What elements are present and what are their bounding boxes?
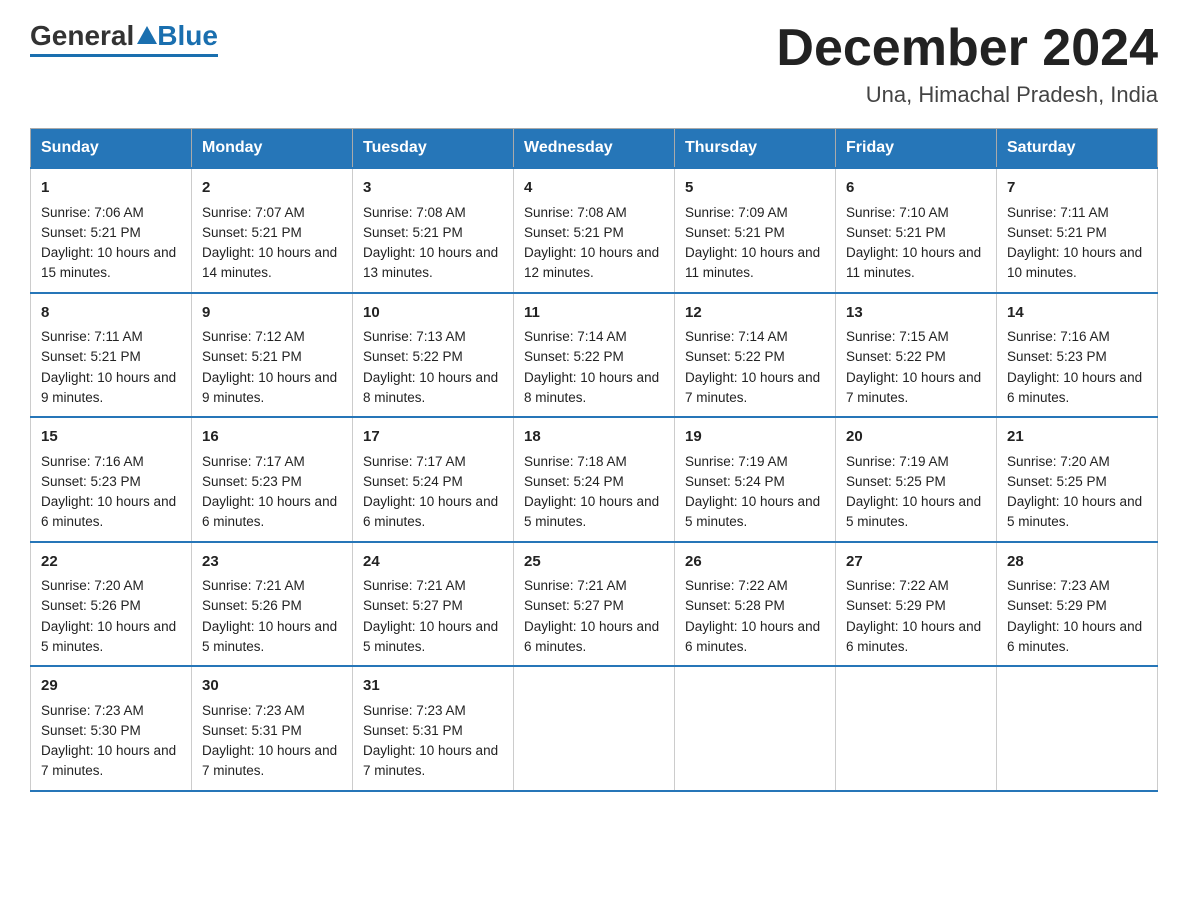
day-number: 19	[685, 426, 825, 449]
table-row: 10Sunrise: 7:13 AMSunset: 5:22 PMDayligh…	[353, 293, 514, 418]
table-row: 15Sunrise: 7:16 AMSunset: 5:23 PMDayligh…	[31, 417, 192, 542]
day-number: 20	[846, 426, 986, 449]
logo-blue-text: Blue	[157, 20, 218, 52]
col-tuesday: Tuesday	[353, 129, 514, 169]
table-row: 6Sunrise: 7:10 AMSunset: 5:21 PMDaylight…	[836, 168, 997, 293]
logo-triangle-icon	[137, 26, 157, 44]
table-row: 27Sunrise: 7:22 AMSunset: 5:29 PMDayligh…	[836, 542, 997, 667]
calendar-table: Sunday Monday Tuesday Wednesday Thursday…	[30, 128, 1158, 792]
logo-underline	[30, 54, 218, 57]
col-friday: Friday	[836, 129, 997, 169]
table-row: 12Sunrise: 7:14 AMSunset: 5:22 PMDayligh…	[675, 293, 836, 418]
day-number: 17	[363, 426, 503, 449]
table-row: 26Sunrise: 7:22 AMSunset: 5:28 PMDayligh…	[675, 542, 836, 667]
table-row: 14Sunrise: 7:16 AMSunset: 5:23 PMDayligh…	[997, 293, 1158, 418]
table-row: 17Sunrise: 7:17 AMSunset: 5:24 PMDayligh…	[353, 417, 514, 542]
day-number: 6	[846, 177, 986, 200]
table-row: 7Sunrise: 7:11 AMSunset: 5:21 PMDaylight…	[997, 168, 1158, 293]
day-number: 26	[685, 551, 825, 574]
table-row: 30Sunrise: 7:23 AMSunset: 5:31 PMDayligh…	[192, 666, 353, 791]
table-row	[675, 666, 836, 791]
day-number: 9	[202, 302, 342, 325]
table-row: 31Sunrise: 7:23 AMSunset: 5:31 PMDayligh…	[353, 666, 514, 791]
calendar-header-row: Sunday Monday Tuesday Wednesday Thursday…	[31, 129, 1158, 169]
calendar-week-row: 22Sunrise: 7:20 AMSunset: 5:26 PMDayligh…	[31, 542, 1158, 667]
table-row: 25Sunrise: 7:21 AMSunset: 5:27 PMDayligh…	[514, 542, 675, 667]
day-number: 25	[524, 551, 664, 574]
day-number: 22	[41, 551, 181, 574]
day-number: 18	[524, 426, 664, 449]
day-number: 29	[41, 675, 181, 698]
table-row	[997, 666, 1158, 791]
table-row: 21Sunrise: 7:20 AMSunset: 5:25 PMDayligh…	[997, 417, 1158, 542]
table-row: 16Sunrise: 7:17 AMSunset: 5:23 PMDayligh…	[192, 417, 353, 542]
table-row: 22Sunrise: 7:20 AMSunset: 5:26 PMDayligh…	[31, 542, 192, 667]
day-number: 23	[202, 551, 342, 574]
day-number: 24	[363, 551, 503, 574]
table-row: 1Sunrise: 7:06 AMSunset: 5:21 PMDaylight…	[31, 168, 192, 293]
table-row: 8Sunrise: 7:11 AMSunset: 5:21 PMDaylight…	[31, 293, 192, 418]
day-number: 14	[1007, 302, 1147, 325]
day-number: 15	[41, 426, 181, 449]
table-row: 24Sunrise: 7:21 AMSunset: 5:27 PMDayligh…	[353, 542, 514, 667]
calendar-week-row: 15Sunrise: 7:16 AMSunset: 5:23 PMDayligh…	[31, 417, 1158, 542]
day-number: 8	[41, 302, 181, 325]
day-number: 3	[363, 177, 503, 200]
month-title: December 2024	[776, 20, 1158, 77]
table-row: 9Sunrise: 7:12 AMSunset: 5:21 PMDaylight…	[192, 293, 353, 418]
table-row: 2Sunrise: 7:07 AMSunset: 5:21 PMDaylight…	[192, 168, 353, 293]
day-number: 30	[202, 675, 342, 698]
table-row: 18Sunrise: 7:18 AMSunset: 5:24 PMDayligh…	[514, 417, 675, 542]
table-row: 19Sunrise: 7:19 AMSunset: 5:24 PMDayligh…	[675, 417, 836, 542]
col-thursday: Thursday	[675, 129, 836, 169]
day-number: 27	[846, 551, 986, 574]
day-number: 11	[524, 302, 664, 325]
table-row	[514, 666, 675, 791]
day-number: 16	[202, 426, 342, 449]
day-number: 12	[685, 302, 825, 325]
table-row: 23Sunrise: 7:21 AMSunset: 5:26 PMDayligh…	[192, 542, 353, 667]
calendar-week-row: 1Sunrise: 7:06 AMSunset: 5:21 PMDaylight…	[31, 168, 1158, 293]
title-section: December 2024 Una, Himachal Pradesh, Ind…	[776, 20, 1158, 108]
calendar-week-row: 8Sunrise: 7:11 AMSunset: 5:21 PMDaylight…	[31, 293, 1158, 418]
table-row: 3Sunrise: 7:08 AMSunset: 5:21 PMDaylight…	[353, 168, 514, 293]
day-number: 31	[363, 675, 503, 698]
col-monday: Monday	[192, 129, 353, 169]
logo-blue-part: Blue	[134, 20, 218, 52]
table-row: 13Sunrise: 7:15 AMSunset: 5:22 PMDayligh…	[836, 293, 997, 418]
day-number: 7	[1007, 177, 1147, 200]
col-saturday: Saturday	[997, 129, 1158, 169]
day-number: 5	[685, 177, 825, 200]
calendar-week-row: 29Sunrise: 7:23 AMSunset: 5:30 PMDayligh…	[31, 666, 1158, 791]
day-number: 1	[41, 177, 181, 200]
col-sunday: Sunday	[31, 129, 192, 169]
col-wednesday: Wednesday	[514, 129, 675, 169]
table-row: 20Sunrise: 7:19 AMSunset: 5:25 PMDayligh…	[836, 417, 997, 542]
table-row: 28Sunrise: 7:23 AMSunset: 5:29 PMDayligh…	[997, 542, 1158, 667]
day-number: 10	[363, 302, 503, 325]
table-row: 11Sunrise: 7:14 AMSunset: 5:22 PMDayligh…	[514, 293, 675, 418]
day-number: 2	[202, 177, 342, 200]
day-number: 13	[846, 302, 986, 325]
table-row: 4Sunrise: 7:08 AMSunset: 5:21 PMDaylight…	[514, 168, 675, 293]
day-number: 21	[1007, 426, 1147, 449]
logo: General Blue	[30, 20, 218, 57]
table-row: 29Sunrise: 7:23 AMSunset: 5:30 PMDayligh…	[31, 666, 192, 791]
table-row: 5Sunrise: 7:09 AMSunset: 5:21 PMDaylight…	[675, 168, 836, 293]
day-number: 28	[1007, 551, 1147, 574]
day-number: 4	[524, 177, 664, 200]
page-header: General Blue December 2024 Una, Himachal…	[30, 20, 1158, 108]
location-title: Una, Himachal Pradesh, India	[776, 82, 1158, 108]
logo-general: General	[30, 20, 134, 52]
table-row	[836, 666, 997, 791]
